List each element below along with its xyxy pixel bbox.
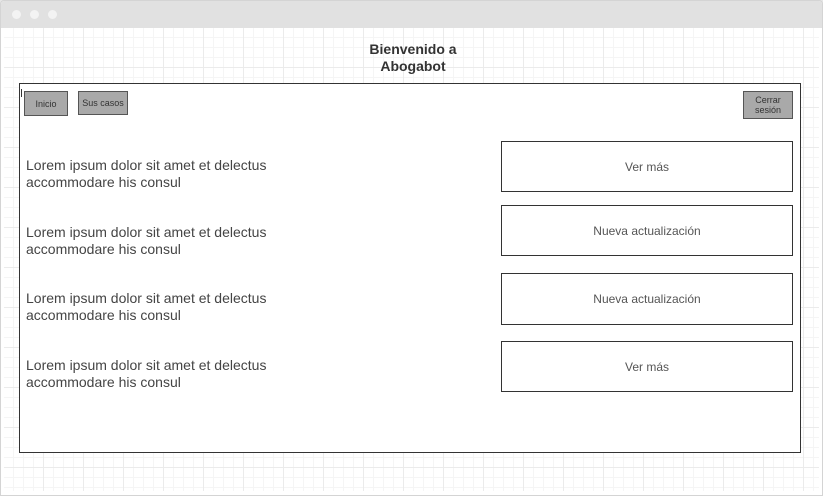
logout-button[interactable]: Cerrar sesión [743, 91, 793, 119]
cases-panel [19, 83, 801, 453]
window-titlebar [1, 1, 822, 28]
page-title: Bienvenido a Abogabot [369, 41, 457, 74]
home-button[interactable]: Inicio [24, 91, 68, 116]
case-description: Lorem ipsum dolor sit amet et delectus a… [26, 224, 267, 257]
case-description: Lorem ipsum dolor sit amet et delectus a… [26, 357, 267, 390]
case-action-button[interactable]: Ver más [501, 141, 793, 192]
case-description: Lorem ipsum dolor sit amet et delectus a… [26, 157, 267, 190]
case-action-button[interactable]: Nueva actualización [501, 205, 793, 256]
window-dot-icon [12, 10, 21, 19]
my-cases-button[interactable]: Sus casos [78, 91, 128, 115]
window-dot-icon [48, 10, 57, 19]
case-action-button[interactable]: Ver más [501, 341, 793, 392]
window-dot-icon [30, 10, 39, 19]
case-action-button[interactable]: Nueva actualización [501, 273, 793, 325]
panel-tick-mark [21, 89, 22, 97]
case-description: Lorem ipsum dolor sit amet et delectus a… [26, 290, 267, 323]
